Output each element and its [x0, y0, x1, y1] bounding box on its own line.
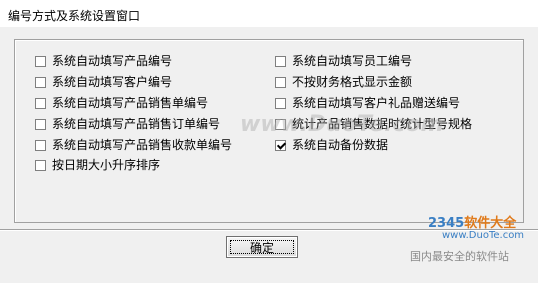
title-bar: 编号方式及系统设置窗口 [0, 0, 538, 27]
option-label: 按日期大小升序排序 [52, 158, 161, 172]
watermark-logo: 2345软件大全 www.DuoTe.com 国内最安全的软件站 [410, 212, 530, 278]
option-label: 系统自动填写产品编号 [52, 54, 173, 68]
option-label: 系统自动备份数据 [292, 138, 389, 152]
option-no-financial-format[interactable]: 不按财务格式显示金额 [275, 74, 412, 90]
option-auto-employee-number[interactable]: 系统自动填写员工编号 [275, 53, 412, 69]
checkbox[interactable] [275, 55, 286, 67]
watermark-slogan: 国内最安全的软件站 [410, 250, 509, 263]
option-auto-receipt-number[interactable]: 系统自动填写产品销售收款单编号 [35, 137, 232, 153]
option-auto-sales-booking-number[interactable]: 系统自动填写产品销售订单编号 [35, 116, 220, 132]
checkbox[interactable] [35, 139, 46, 151]
option-label: 系统自动填写客户编号 [52, 75, 173, 89]
option-label: 系统自动填写客户礼品赠送编号 [292, 96, 461, 110]
option-auto-customer-number[interactable]: 系统自动填写客户编号 [35, 74, 172, 90]
watermark-url: www.DuoTe.com [442, 230, 525, 241]
option-sort-by-date-asc[interactable]: 按日期大小升序排序 [35, 157, 160, 173]
option-label: 不按财务格式显示金额 [292, 75, 413, 89]
option-auto-sales-order-number[interactable]: 系统自动填写产品销售单编号 [35, 95, 208, 111]
checkbox[interactable] [275, 97, 286, 109]
ok-button[interactable]: 确定 [226, 236, 298, 258]
option-auto-backup[interactable]: 系统自动备份数据 [275, 137, 388, 153]
option-label: 系统自动填写员工编号 [292, 54, 413, 68]
option-label: 系统自动填写产品销售收款单编号 [52, 138, 233, 152]
watermark-brand: 2345软件大全 [428, 212, 516, 231]
option-label: 系统自动填写产品销售单编号 [52, 96, 209, 110]
checkbox[interactable] [35, 97, 46, 109]
checkbox[interactable] [275, 76, 286, 88]
option-auto-gift-number[interactable]: 系统自动填写客户礼品赠送编号 [275, 95, 460, 111]
window-title: 编号方式及系统设置窗口 [8, 9, 141, 23]
checkbox-checked[interactable] [275, 139, 286, 151]
option-label: 系统自动填写产品销售订单编号 [52, 117, 221, 131]
checkbox[interactable] [35, 118, 46, 130]
watermark-center: www.DuoTe.com [240, 112, 444, 137]
checkbox[interactable] [35, 55, 46, 67]
focus-rect [230, 240, 294, 254]
checkbox[interactable] [35, 76, 46, 88]
watermark-brand-text: 软件大全 [464, 216, 517, 231]
watermark-brand-number: 2345 [428, 216, 465, 231]
option-auto-product-number[interactable]: 系统自动填写产品编号 [35, 53, 172, 69]
checkbox[interactable] [35, 159, 46, 171]
